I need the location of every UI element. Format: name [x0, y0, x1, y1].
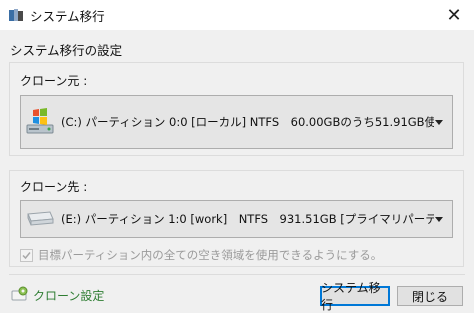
target-partition-select[interactable]: (E:) パーティション 1:0 [work] NTFS 931.51GB [プ…	[20, 200, 453, 238]
settings-heading: システム移行の設定	[10, 43, 123, 58]
use-free-space-checkbox[interactable]	[20, 248, 33, 262]
source-group: クローン元 : (C:) パーティション 0:0 [ローカル] NTFS 60.…	[9, 62, 464, 156]
clone-settings-icon	[10, 286, 28, 304]
chevron-down-icon	[434, 119, 444, 125]
migrate-button[interactable]: システム移行	[320, 281, 390, 312]
close-button[interactable]: 閉じる	[397, 286, 463, 306]
source-partition-select[interactable]: (C:) パーティション 0:0 [ローカル] NTFS 60.00GBのうち5…	[20, 95, 453, 149]
footer-divider	[9, 274, 465, 275]
clone-settings-link[interactable]: クローン設定	[10, 286, 104, 304]
dialog-body: システム移行の設定 クローン元 : (C:) パーティション 0:0 [ローカル…	[0, 30, 474, 313]
target-label: クローン先 :	[20, 180, 88, 194]
source-partition-value: (C:) パーティション 0:0 [ローカル] NTFS 60.00GBのうち5…	[61, 115, 434, 129]
windows-drive-icon	[25, 106, 55, 139]
app-icon	[8, 7, 24, 23]
target-partition-value: (E:) パーティション 1:0 [work] NTFS 931.51GB [プ…	[61, 212, 434, 226]
use-free-space-checkbox-row[interactable]: 目標パーティション内の全ての空き領域を使用できるようにする。	[20, 247, 382, 263]
close-icon: ✕	[446, 4, 462, 26]
use-free-space-label: 目標パーティション内の全ての空き領域を使用できるようにする。	[38, 248, 383, 262]
close-window-button[interactable]: ✕	[434, 0, 474, 30]
source-label: クローン元 :	[20, 74, 88, 88]
chevron-down-icon	[434, 216, 444, 222]
clone-settings-label: クローン設定	[33, 288, 105, 303]
hard-drive-icon	[25, 208, 55, 231]
title-bar: システム移行 ✕	[0, 0, 474, 30]
window-title: システム移行	[30, 8, 105, 24]
